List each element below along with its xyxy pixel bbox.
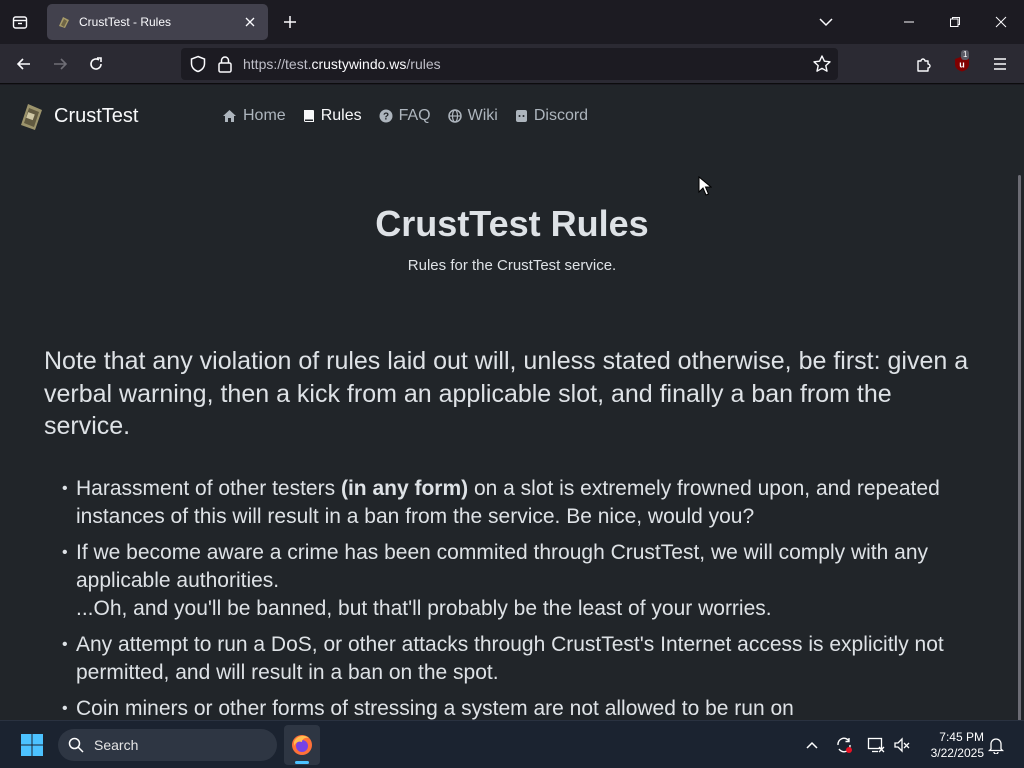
nav-rules[interactable]: Rules [303,107,362,125]
nav-home[interactable]: Home [222,107,286,125]
discord-icon [515,110,527,122]
restore-icon [950,17,960,27]
hamburger-menu-icon [994,58,1006,70]
clock-date: 3/22/2025 [930,746,984,760]
notifications-button[interactable] [986,735,1006,755]
reload-button[interactable] [82,50,110,78]
minimize-button[interactable] [886,6,932,38]
speaker-muted-icon [894,737,910,753]
browser-tab-strip: CrustTest - Rules [0,0,1024,44]
extensions-button[interactable] [910,50,938,78]
network-tray-button[interactable] [866,735,886,755]
list-all-tabs-button[interactable] [814,10,838,34]
puzzle-piece-icon [917,58,931,72]
web-page: CrustTest Home Rules ? FAQ Wiki Discord … [0,85,1024,720]
firefox-view-button[interactable] [8,8,32,36]
globe-icon [447,109,462,123]
svg-text:u: u [959,60,965,70]
taskbar-search-box[interactable]: Search [58,729,277,761]
active-app-indicator [295,761,309,764]
search-label: Search [94,737,139,753]
plus-icon [284,16,296,28]
firefox-icon [292,735,312,755]
network-monitor-icon [867,737,885,753]
list-item: Harassment of other testers (in any form… [62,475,998,531]
browser-navigation-bar: https://test.crustywindo.ws/rules u [0,44,1024,84]
tab-title: CrustTest - Rules [79,15,172,29]
sync-status-tray-button[interactable] [834,735,854,755]
chevron-down-icon [819,18,833,27]
list-item: Coin miners or other forms of stressing … [62,695,998,720]
list-item: If we become aware a crime has been comm… [62,539,998,623]
arrow-left-icon [16,58,30,70]
new-tab-button[interactable] [278,10,302,34]
nav-faq[interactable]: ? FAQ [379,107,431,125]
app-menu-button[interactable] [986,50,1014,78]
forward-button[interactable] [46,50,74,78]
list-item: Any attempt to run a DoS, or other attac… [62,631,998,687]
show-hidden-icons-button[interactable] [802,735,822,755]
start-button[interactable] [20,733,44,757]
page-subtitle: Rules for the CrustTest service. [407,257,617,274]
close-window-button[interactable] [978,6,1024,38]
page-title: CrustTest Rules [375,203,649,244]
url-text[interactable]: https://test.crustywindo.ws/rules [243,56,441,72]
nav-discord[interactable]: Discord [515,107,588,125]
active-tab[interactable]: CrustTest - Rules [47,4,268,40]
nav-faq-label: FAQ [398,107,431,124]
search-icon [68,737,84,753]
page-scrollbar[interactable] [1018,175,1021,720]
home-icon [223,110,236,122]
nav-wiki-label: Wiki [467,107,498,124]
restore-button[interactable] [932,6,978,38]
taskbar-firefox-button[interactable] [284,725,320,765]
sync-icon [837,737,852,753]
close-tab-button[interactable] [242,14,258,30]
nav-home-label: Home [243,107,286,124]
firefox-view-icon [12,16,28,29]
tracking-protection-shield-icon[interactable] [189,55,207,73]
book-icon [303,110,314,122]
clock-time: 7:45 PM [939,730,984,744]
nav-wiki[interactable]: Wiki [447,107,498,125]
minimize-icon [904,21,914,23]
crusttest-logo-icon [21,104,42,130]
taskbar-clock[interactable]: 7:45 PM 3/22/2025 [918,729,984,761]
rules-note: Note that any violation of rules laid ou… [44,347,969,440]
svg-text:?: ? [383,112,389,123]
bookmark-star-icon[interactable] [812,54,832,74]
site-brand-name: CrustTest [54,104,139,127]
nav-discord-label: Discord [533,107,589,124]
mouse-cursor-icon [698,176,712,196]
windows-logo-icon [21,734,43,756]
arrow-right-icon [54,58,68,70]
windows-taskbar: Search 7:45 PM 3/22/2025 [0,720,1024,768]
volume-tray-button[interactable] [892,735,912,755]
reload-icon [90,57,102,70]
crusttest-favicon [59,17,69,28]
back-button[interactable] [10,50,38,78]
site-navigation: Home Rules ? FAQ Wiki Discord [222,107,605,125]
chevron-up-icon [806,741,818,749]
site-brand-link[interactable]: CrustTest [18,101,138,131]
nav-rules-label: Rules [320,107,362,124]
address-bar[interactable]: https://test.crustywindo.ws/rules [181,48,838,80]
bell-icon [988,738,1004,754]
lock-icon[interactable] [217,55,233,73]
question-circle-icon: ? [379,109,393,123]
extension-badge-count: 1 [961,50,970,60]
close-icon [995,16,1007,28]
close-icon [245,17,255,27]
rules-list: Harassment of other testers (in any form… [62,475,998,720]
